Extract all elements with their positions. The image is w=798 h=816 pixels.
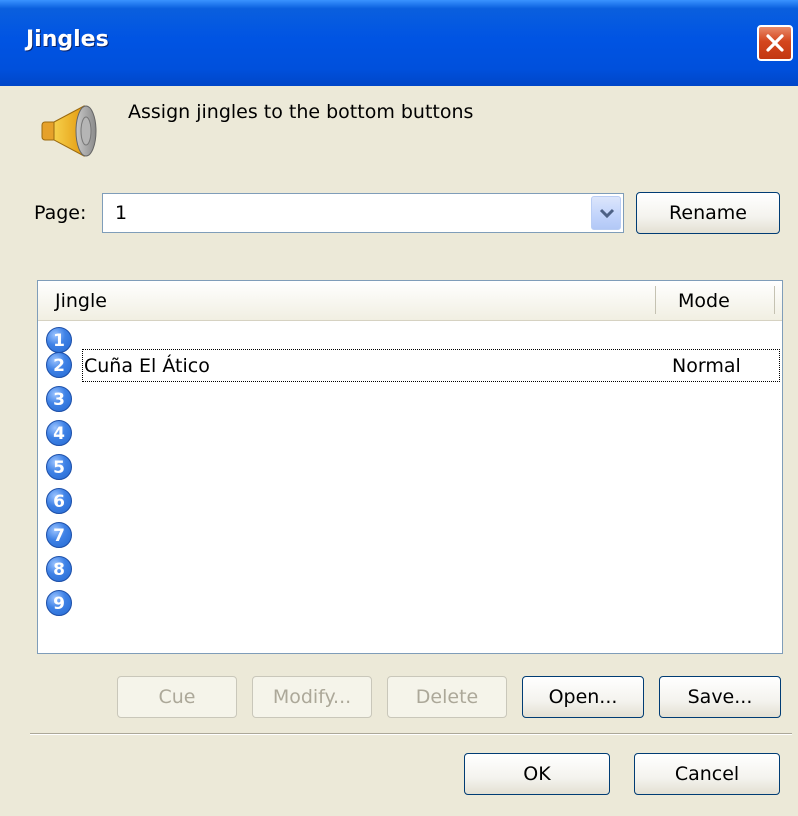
number-7-icon: 7: [46, 522, 72, 548]
svg-text:3: 3: [53, 390, 65, 410]
modify-button[interactable]: Modify...: [252, 676, 372, 718]
list-item[interactable]: 4: [38, 417, 782, 450]
svg-text:4: 4: [53, 424, 65, 444]
jingles-dialog: Jingles Assign jingles to the bottom but…: [0, 0, 798, 816]
svg-text:1: 1: [53, 331, 65, 351]
svg-text:9: 9: [53, 594, 65, 614]
svg-text:5: 5: [53, 458, 65, 478]
page-dropdown-button[interactable]: [591, 196, 621, 230]
dialog-instruction: Assign jingles to the bottom buttons: [128, 101, 474, 123]
rename-button-label: Rename: [669, 202, 747, 224]
list-item[interactable]: 2 Cuña El Ático Normal: [38, 349, 782, 382]
list-item[interactable]: 9: [38, 587, 782, 620]
number-6-icon: 6: [46, 488, 72, 514]
svg-text:8: 8: [53, 560, 65, 580]
list-item[interactable]: 3: [38, 383, 782, 416]
megaphone-icon: [41, 105, 97, 157]
list-item[interactable]: 5: [38, 451, 782, 484]
page-select[interactable]: 1: [102, 193, 624, 233]
open-button-label: Open...: [548, 686, 618, 708]
list-item[interactable]: 6: [38, 485, 782, 518]
number-9-icon: 9: [46, 590, 72, 616]
delete-button-label: Delete: [415, 686, 479, 708]
page-select-value: 1: [115, 202, 128, 224]
footer-separator: [30, 733, 792, 735]
list-header: Jingle Mode: [38, 281, 782, 321]
column-header-jingle[interactable]: Jingle: [55, 290, 107, 312]
open-button[interactable]: Open...: [522, 676, 644, 718]
cancel-button[interactable]: Cancel: [634, 753, 780, 795]
cue-button-label: Cue: [158, 686, 196, 708]
window-title: Jingles: [26, 27, 109, 52]
svg-text:7: 7: [53, 526, 65, 546]
modify-button-label: Modify...: [272, 686, 352, 708]
page-label: Page:: [34, 202, 87, 224]
ok-button[interactable]: OK: [464, 753, 610, 795]
chevron-down-icon: [599, 208, 615, 219]
save-button[interactable]: Save...: [659, 676, 781, 718]
delete-button[interactable]: Delete: [387, 676, 507, 718]
column-divider[interactable]: [774, 286, 775, 314]
number-4-icon: 4: [46, 420, 72, 446]
save-button-label: Save...: [687, 686, 753, 708]
jingle-mode: Normal: [672, 355, 741, 377]
number-5-icon: 5: [46, 454, 72, 480]
number-3-icon: 3: [46, 386, 72, 412]
title-bar[interactable]: Jingles: [0, 0, 798, 86]
column-header-mode[interactable]: Mode: [678, 290, 730, 312]
close-icon: [766, 34, 784, 52]
cancel-button-label: Cancel: [674, 763, 740, 785]
close-button[interactable]: [757, 25, 793, 61]
svg-text:6: 6: [53, 492, 65, 512]
jingle-list[interactable]: Jingle Mode 1 2 Cuña El Ático Normal 3 4 5 6 7 8 9: [37, 280, 783, 654]
column-divider[interactable]: [655, 286, 656, 314]
ok-button-label: OK: [523, 763, 551, 785]
rename-button[interactable]: Rename: [636, 192, 780, 234]
number-2-icon: 2: [46, 352, 72, 378]
list-item[interactable]: 7: [38, 519, 782, 552]
number-8-icon: 8: [46, 556, 72, 582]
svg-text:2: 2: [53, 356, 65, 376]
list-item[interactable]: 8: [38, 553, 782, 586]
jingle-name: Cuña El Ático: [84, 355, 210, 377]
cue-button[interactable]: Cue: [117, 676, 237, 718]
